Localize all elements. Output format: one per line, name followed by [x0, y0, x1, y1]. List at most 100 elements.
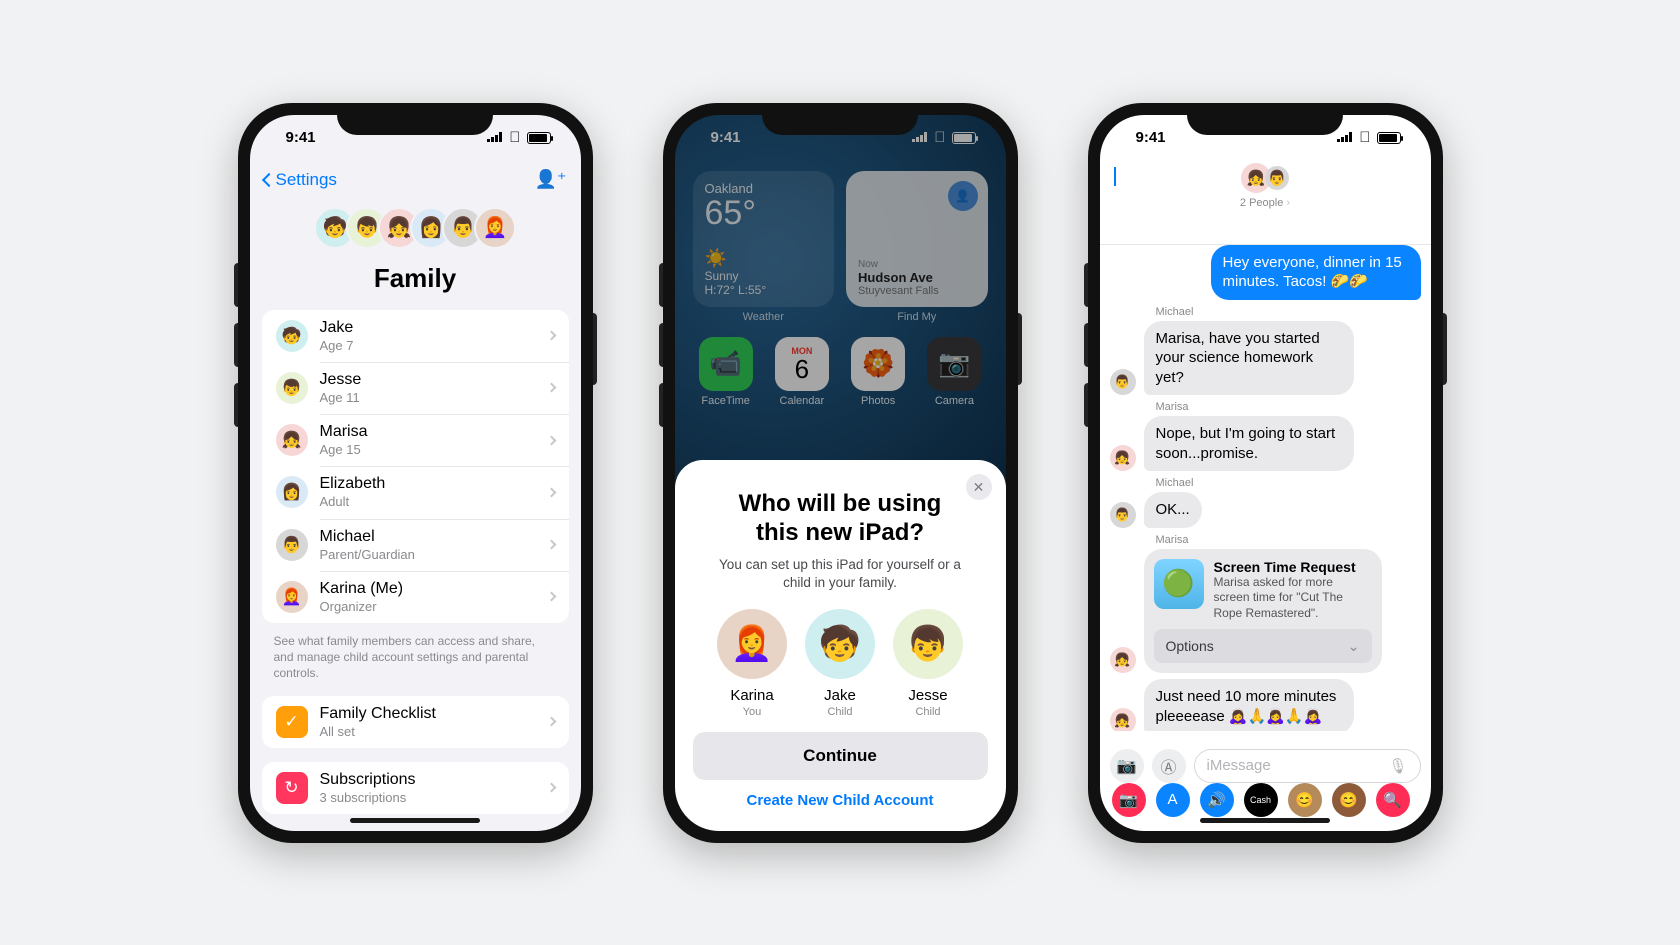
imessage-app[interactable]: 📷: [1112, 783, 1146, 817]
status-time: 9:41: [286, 129, 316, 146]
close-button[interactable]: ✕: [966, 474, 992, 500]
wifi-icon: 􀙇: [1359, 129, 1370, 146]
member-role: Parent/Guardian: [320, 547, 536, 563]
member-row[interactable]: 👩‍🦰 Karina (Me) Organizer: [262, 571, 569, 623]
person-role: Child: [827, 706, 852, 718]
imessage-app[interactable]: 🔍: [1376, 783, 1410, 817]
member-row[interactable]: 👩 Elizabeth Adult: [262, 466, 569, 518]
incoming-message[interactable]: Marisa, have you started your science ho…: [1144, 321, 1354, 396]
avatar: 👦: [893, 609, 963, 679]
home-indicator[interactable]: [1200, 818, 1330, 823]
sheet-title: Who will be using this new iPad?: [719, 490, 962, 548]
request-body: Marisa asked for more screen time for "C…: [1214, 575, 1372, 622]
sender-label: Marisa: [1156, 401, 1421, 413]
notch: [762, 103, 918, 135]
message-input[interactable]: iMessage 🎙: [1194, 749, 1421, 783]
phone-family-settings: 9:41 􀙇 Settings 👤⁺ 🧒👦👧👩👨👩‍🦰 Family 🧒 Jak…: [238, 103, 593, 843]
avatar: 🧒: [805, 609, 875, 679]
outgoing-message[interactable]: Hey everyone, dinner in 15 minutes. Taco…: [1211, 245, 1421, 300]
apps-rail: 📷 A 🔊 Cash 😊 😊 🔍: [1100, 783, 1431, 817]
user-choice[interactable]: 👩‍🦰 Karina You: [717, 609, 787, 718]
message-placeholder: iMessage: [1207, 757, 1271, 774]
member-role: Adult: [320, 494, 536, 510]
avatar: 👧: [1110, 647, 1136, 673]
checklist-title: Family Checklist: [320, 704, 536, 724]
signal-icon: [487, 129, 503, 146]
user-choice[interactable]: 🧒 Jake Child: [805, 609, 875, 718]
subscriptions-card: ↻ Subscriptions 3 subscriptions: [262, 762, 569, 814]
avatar: 👩‍🦰: [717, 609, 787, 679]
conversation-avatars[interactable]: 👧 👨: [1100, 161, 1431, 193]
avatar: 👨: [1110, 369, 1136, 395]
messages-thread[interactable]: Hey everyone, dinner in 15 minutes. Taco…: [1100, 245, 1431, 731]
member-row[interactable]: 👨 Michael Parent/Guardian: [262, 519, 569, 571]
setup-sheet: ✕ Who will be using this new iPad? You c…: [675, 460, 1006, 830]
imessage-app[interactable]: 😊: [1288, 783, 1322, 817]
member-row[interactable]: 👦 Jesse Age 11: [262, 362, 569, 414]
back-label: Settings: [276, 170, 337, 190]
add-member-icon[interactable]: 👤⁺: [535, 169, 567, 190]
family-avatars: 🧒👦👧👩👨👩‍🦰: [250, 207, 581, 249]
member-name: Marisa: [320, 422, 536, 442]
chevron-right-icon: [546, 383, 556, 393]
member-name: Elizabeth: [320, 474, 536, 494]
status-time: 9:41: [1136, 129, 1166, 146]
chevron-right-icon: [546, 592, 556, 602]
options-button[interactable]: Options ⌄: [1154, 629, 1372, 663]
conversation-title[interactable]: 2 People: [1240, 197, 1283, 209]
request-title: Screen Time Request: [1214, 559, 1372, 575]
person-name: Jake: [824, 687, 856, 704]
appstore-button[interactable]: Ⓐ: [1152, 749, 1186, 783]
chevron-right-icon: [546, 540, 556, 550]
avatar: 👨: [276, 529, 308, 561]
subscriptions-row[interactable]: ↻ Subscriptions 3 subscriptions: [262, 762, 569, 814]
imessage-app[interactable]: 😊: [1332, 783, 1366, 817]
incoming-message[interactable]: OK...: [1144, 492, 1202, 528]
notch: [337, 103, 493, 135]
member-role: Age 11: [320, 390, 536, 406]
avatar: 👨: [1110, 502, 1136, 528]
sender-label: Michael: [1156, 306, 1421, 318]
avatar: 👨: [1265, 166, 1289, 190]
person-role: Child: [915, 706, 940, 718]
phone-setup-sheet: 9:41 􀙇 Oakland 65° ☀️ Sunny H:72° L:55° …: [663, 103, 1018, 843]
user-choice[interactable]: 👦 Jesse Child: [893, 609, 963, 718]
incoming-message[interactable]: Nope, but I'm going to start soon...prom…: [1144, 416, 1354, 471]
member-role: Organizer: [320, 599, 536, 615]
imessage-app[interactable]: Cash: [1244, 783, 1278, 817]
member-role: Age 7: [320, 338, 536, 354]
chevron-left-icon: [1114, 167, 1116, 186]
member-name: Michael: [320, 527, 536, 547]
create-child-link[interactable]: Create New Child Account: [693, 792, 988, 809]
person-name: Jesse: [908, 687, 947, 704]
avatar: 👦: [276, 372, 308, 404]
chevron-right-icon: [546, 487, 556, 497]
members-list: 🧒 Jake Age 7 👦 Jesse Age 11 👧 Marisa Age…: [262, 310, 569, 624]
phone-messages: 9:41 􀙇 👧 👨 2 People › Hey everyone, dinn…: [1088, 103, 1443, 843]
dictate-icon[interactable]: 🎙: [1388, 757, 1407, 775]
screen-time-request-card[interactable]: 🟢 Screen Time Request Marisa asked for m…: [1144, 549, 1382, 674]
battery-icon: [1377, 132, 1401, 144]
back-button[interactable]: [1114, 167, 1116, 185]
member-name: Karina (Me): [320, 579, 536, 599]
family-checklist-row[interactable]: ✓ Family Checklist All set: [262, 696, 569, 748]
home-indicator[interactable]: [350, 818, 480, 823]
person-name: Karina: [730, 687, 773, 704]
member-row[interactable]: 🧒 Jake Age 7: [262, 310, 569, 362]
incoming-message[interactable]: Just need 10 more minutes pleeeease 🙇‍♀️…: [1144, 679, 1354, 730]
family-avatar: 👩‍🦰: [474, 207, 516, 249]
checklist-sub: All set: [320, 724, 536, 740]
back-button[interactable]: Settings: [264, 170, 337, 190]
subscriptions-title: Subscriptions: [320, 770, 536, 790]
member-row[interactable]: 👧 Marisa Age 15: [262, 414, 569, 466]
member-role: Age 15: [320, 442, 536, 458]
imessage-app[interactable]: A: [1156, 783, 1190, 817]
imessage-app[interactable]: 🔊: [1200, 783, 1234, 817]
member-name: Jesse: [320, 370, 536, 390]
chevron-down-icon: ⌄: [1348, 638, 1360, 655]
camera-button[interactable]: 📷: [1110, 749, 1144, 783]
avatar: 👩: [276, 476, 308, 508]
battery-icon: [527, 132, 551, 144]
checklist-card: ✓ Family Checklist All set: [262, 696, 569, 748]
continue-button[interactable]: Continue: [693, 732, 988, 780]
